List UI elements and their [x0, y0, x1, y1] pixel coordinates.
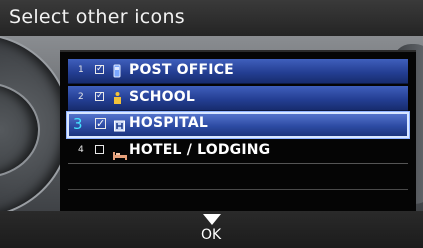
empty-row: [68, 165, 408, 190]
list-item-school[interactable]: 2 ✓ SCHOOL: [68, 86, 408, 111]
icon-list: 1 ✓ POST OFFICE 2 ✓ SCHOOL 3 ✓ HOSPITAL …: [60, 50, 416, 211]
list-item-hospital[interactable]: 3 ✓ HOSPITAL: [67, 112, 409, 138]
item-label: SCHOOL: [129, 89, 195, 105]
item-label: POST OFFICE: [129, 62, 234, 78]
checkbox-checked[interactable]: ✓: [95, 118, 106, 129]
checkbox-unchecked[interactable]: [95, 145, 104, 154]
empty-row: [68, 191, 408, 211]
page-title: Select other icons: [9, 6, 186, 28]
item-label: HOTEL / LODGING: [129, 142, 271, 158]
bottom-bar: OK: [0, 211, 423, 248]
list-item-hotel-lodging[interactable]: 4 HOTEL / LODGING: [68, 139, 408, 164]
hotel-icon: [113, 145, 127, 160]
hospital-icon: [114, 117, 125, 132]
list-item-post-office[interactable]: 1 ✓ POST OFFICE: [68, 59, 408, 84]
item-number: 3: [73, 115, 83, 133]
ok-button[interactable]: OK: [196, 214, 228, 246]
post-office-icon: [113, 63, 122, 78]
down-arrow-icon: [203, 214, 221, 225]
title-bar: Select other icons: [0, 0, 423, 36]
school-icon: [113, 90, 122, 104]
item-number: 1: [78, 65, 84, 75]
ok-label: OK: [201, 227, 222, 243]
checkbox-checked[interactable]: ✓: [95, 65, 104, 74]
item-label: HOSPITAL: [129, 115, 208, 131]
item-number: 4: [78, 145, 84, 155]
checkbox-checked[interactable]: ✓: [95, 92, 104, 101]
item-number: 2: [78, 92, 84, 102]
icon-selection-screen: 1 ✓ POST OFFICE 2 ✓ SCHOOL 3 ✓ HOSPITAL …: [0, 36, 423, 211]
